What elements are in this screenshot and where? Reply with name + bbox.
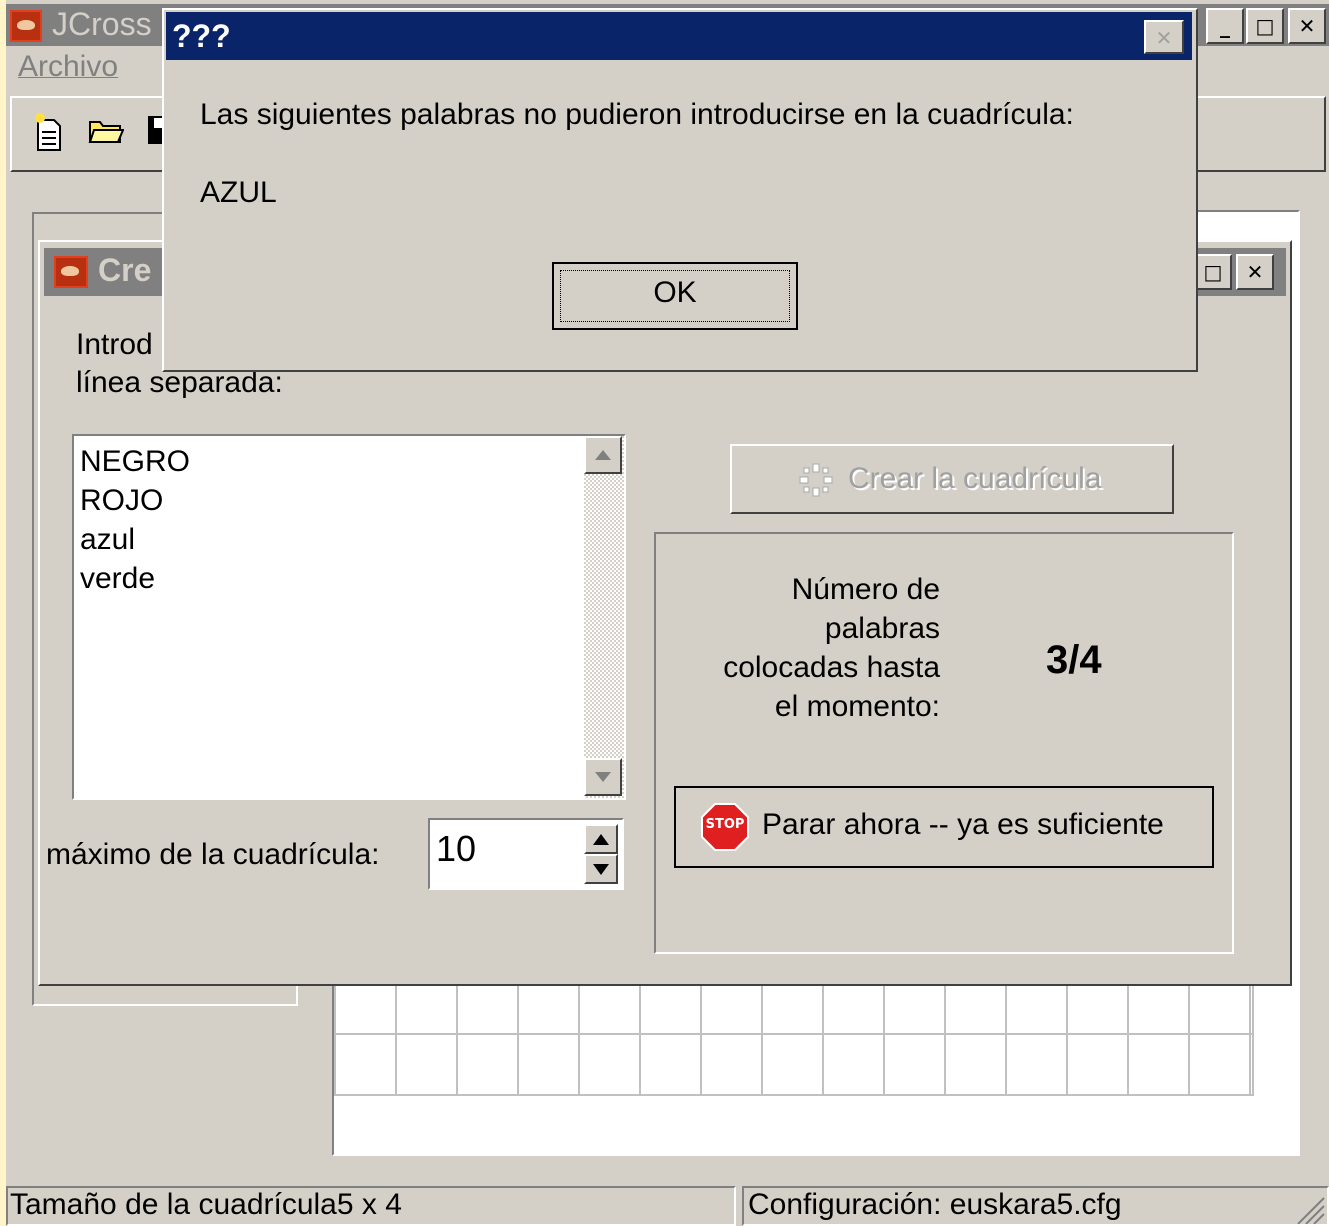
word-list-textarea[interactable]: NEGRO ROJO azul verde — [72, 434, 626, 800]
ok-button[interactable]: OK — [552, 262, 798, 330]
status-config: Configuración: euskara5.cfg — [748, 1188, 1122, 1221]
stop-icon: STOP — [700, 802, 750, 852]
ok-button-label: OK — [653, 276, 697, 309]
alert-title-bar: ??? ✕ — [166, 12, 1192, 60]
placed-label-line: colocadas hasta — [723, 651, 940, 684]
stop-button-label: Parar ahora -- ya es suficiente — [762, 808, 1164, 841]
create-maximize-button[interactable]: □ — [1194, 254, 1232, 290]
alert-close-button[interactable]: ✕ — [1144, 20, 1184, 54]
main-title: JCross — [52, 6, 152, 42]
word-list: NEGRO ROJO azul verde — [80, 442, 190, 598]
create-grid-button[interactable]: Crear la cuadrícula — [730, 444, 1174, 514]
maximize-button[interactable]: □ — [1246, 8, 1284, 44]
create-window-icon — [54, 256, 88, 288]
word-item: azul — [80, 523, 136, 556]
menu-archivo[interactable]: Archivo — [18, 50, 118, 84]
vertical-scrollbar[interactable] — [584, 436, 624, 798]
minimize-button[interactable]: _ — [1206, 8, 1244, 44]
scroll-down-button[interactable] — [584, 758, 622, 796]
sparkle-icon — [798, 462, 834, 498]
spinner-up-button[interactable] — [584, 824, 618, 854]
placed-label-line: el momento: — [774, 690, 940, 723]
alert-title: ??? — [172, 18, 231, 54]
placed-label-line: Número de — [791, 573, 940, 606]
alert-message: Las siguientes palabras no pudieron intr… — [200, 98, 1074, 131]
prompt-label-line1: Introd — [76, 328, 153, 361]
stop-icon-text: STOP — [705, 817, 745, 832]
word-item: ROJO — [80, 484, 164, 517]
open-folder-icon[interactable] — [88, 116, 125, 144]
max-size-label: máximo de la cuadrícula: — [46, 838, 380, 871]
word-item: verde — [80, 562, 156, 595]
crossword-grid — [334, 972, 1254, 1096]
close-button[interactable]: ✕ — [1288, 8, 1326, 44]
max-size-spinner[interactable]: 10 — [428, 818, 624, 890]
status-left: Tamaño de la cuadrícula5 x 4 — [6, 1186, 736, 1226]
new-file-icon[interactable] — [34, 112, 64, 152]
scroll-up-button[interactable] — [584, 436, 622, 474]
spinner-down-button[interactable] — [584, 854, 618, 884]
placed-label-line: palabras — [824, 612, 940, 645]
max-size-value[interactable]: 10 — [436, 828, 476, 870]
create-close-button[interactable]: ✕ — [1236, 254, 1274, 290]
create-title: Cre — [98, 252, 152, 288]
status-grid-size: Tamaño de la cuadrícula5 x 4 — [10, 1188, 402, 1221]
placed-words-label: Número de palabras colocadas hasta el mo… — [723, 570, 940, 726]
progress-panel: Número de palabras colocadas hasta el mo… — [654, 532, 1234, 954]
create-grid-label: Crear la cuadrícula — [848, 462, 1102, 495]
main-window-controls: _ □ ✕ — [1206, 8, 1328, 44]
resize-grip-icon[interactable] — [1294, 1194, 1326, 1225]
status-right: Configuración: euskara5.cfg — [742, 1186, 1329, 1226]
stop-button[interactable]: STOP Parar ahora -- ya es suficiente — [674, 786, 1214, 868]
word-item: NEGRO — [80, 445, 191, 478]
placed-words-count: 3/4 — [1046, 638, 1102, 682]
alert-word: AZUL — [200, 176, 277, 209]
app-icon — [10, 10, 42, 42]
